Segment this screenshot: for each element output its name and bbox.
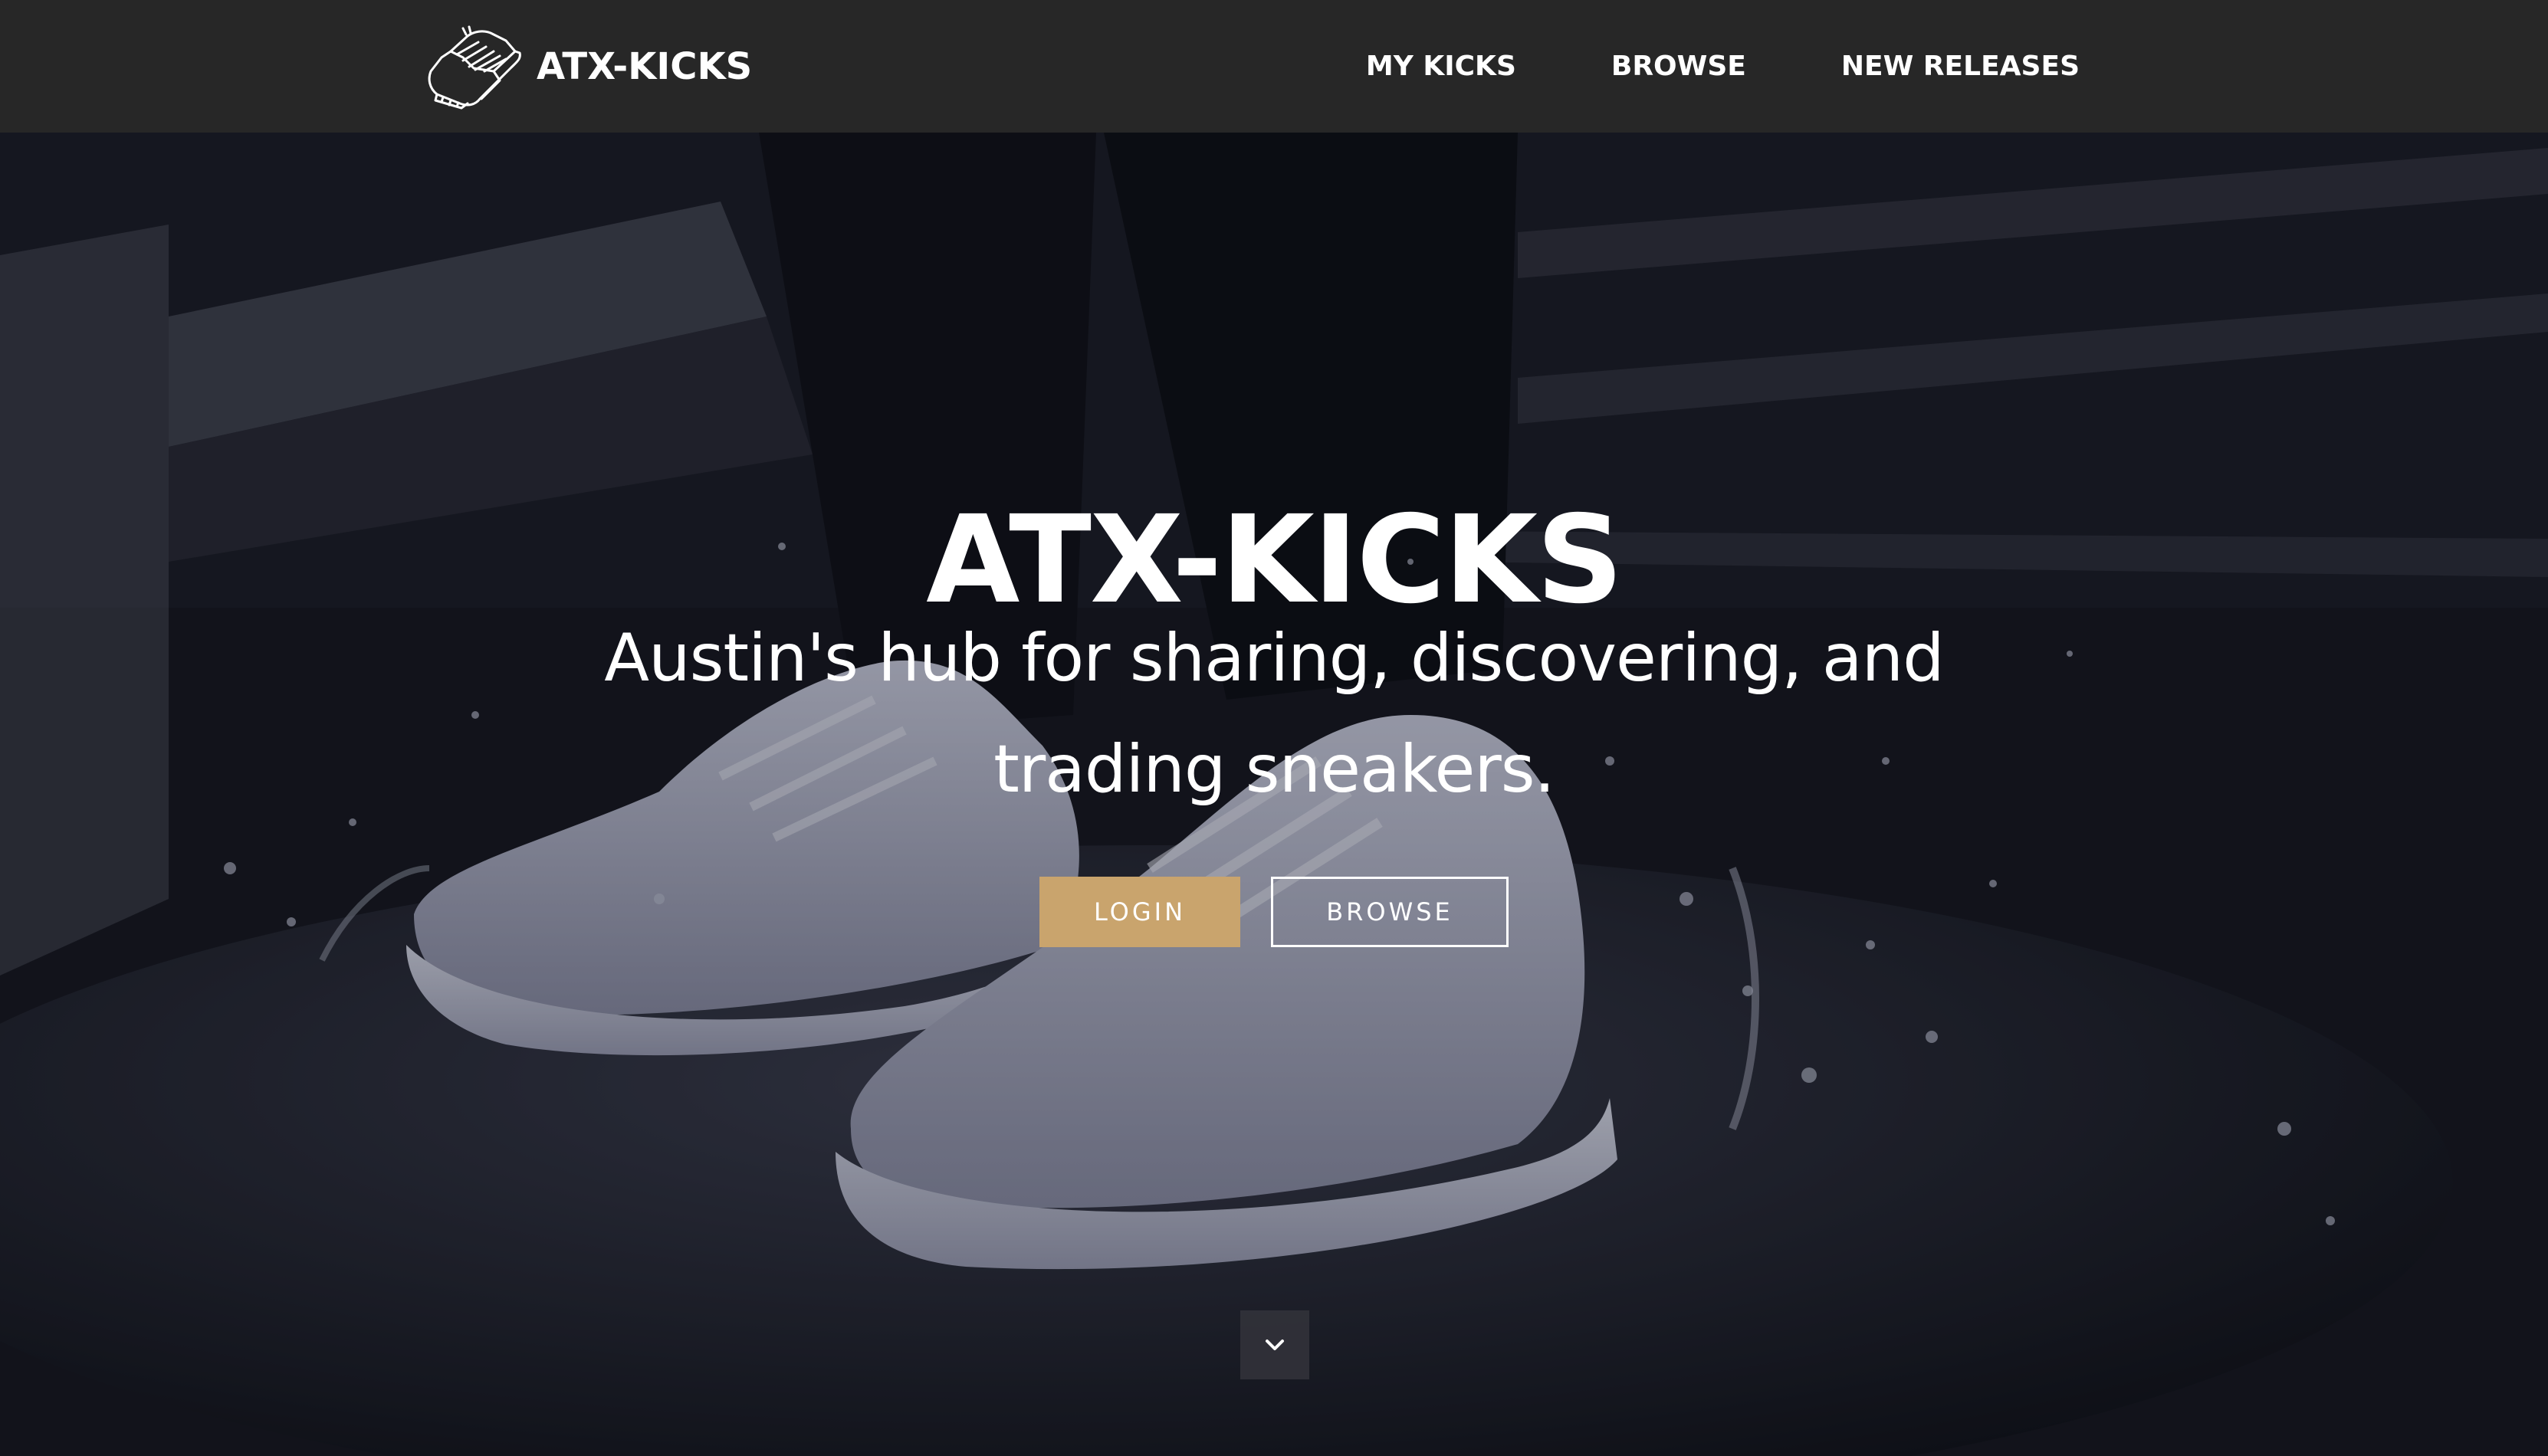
top-navbar: ATX-KICKS MY KICKS BROWSE NEW RELEASES <box>0 0 2548 133</box>
nav-link-my-kicks[interactable]: MY KICKS <box>1366 51 1516 82</box>
scroll-down-button[interactable] <box>1240 1310 1309 1379</box>
nav-link-browse[interactable]: BROWSE <box>1611 51 1746 82</box>
hero-buttons: LOGIN BROWSE <box>0 877 2548 947</box>
login-button[interactable]: LOGIN <box>1039 877 1240 947</box>
browse-button[interactable]: BROWSE <box>1271 877 1509 947</box>
brand-name: ATX-KICKS <box>537 45 753 88</box>
sneaker-logo-icon <box>428 25 521 110</box>
main-nav: MY KICKS BROWSE NEW RELEASES <box>1366 0 2080 133</box>
brand-home-link[interactable]: ATX-KICKS <box>420 21 752 112</box>
hero-section: ATX-KICKS Austin's hub for sharing, disc… <box>0 133 2548 1456</box>
hero-subtitle: Austin's hub for sharing, discovering, a… <box>604 620 1944 808</box>
chevron-down-icon <box>1266 1340 1284 1350</box>
nav-link-new-releases[interactable]: NEW RELEASES <box>1841 51 2080 82</box>
